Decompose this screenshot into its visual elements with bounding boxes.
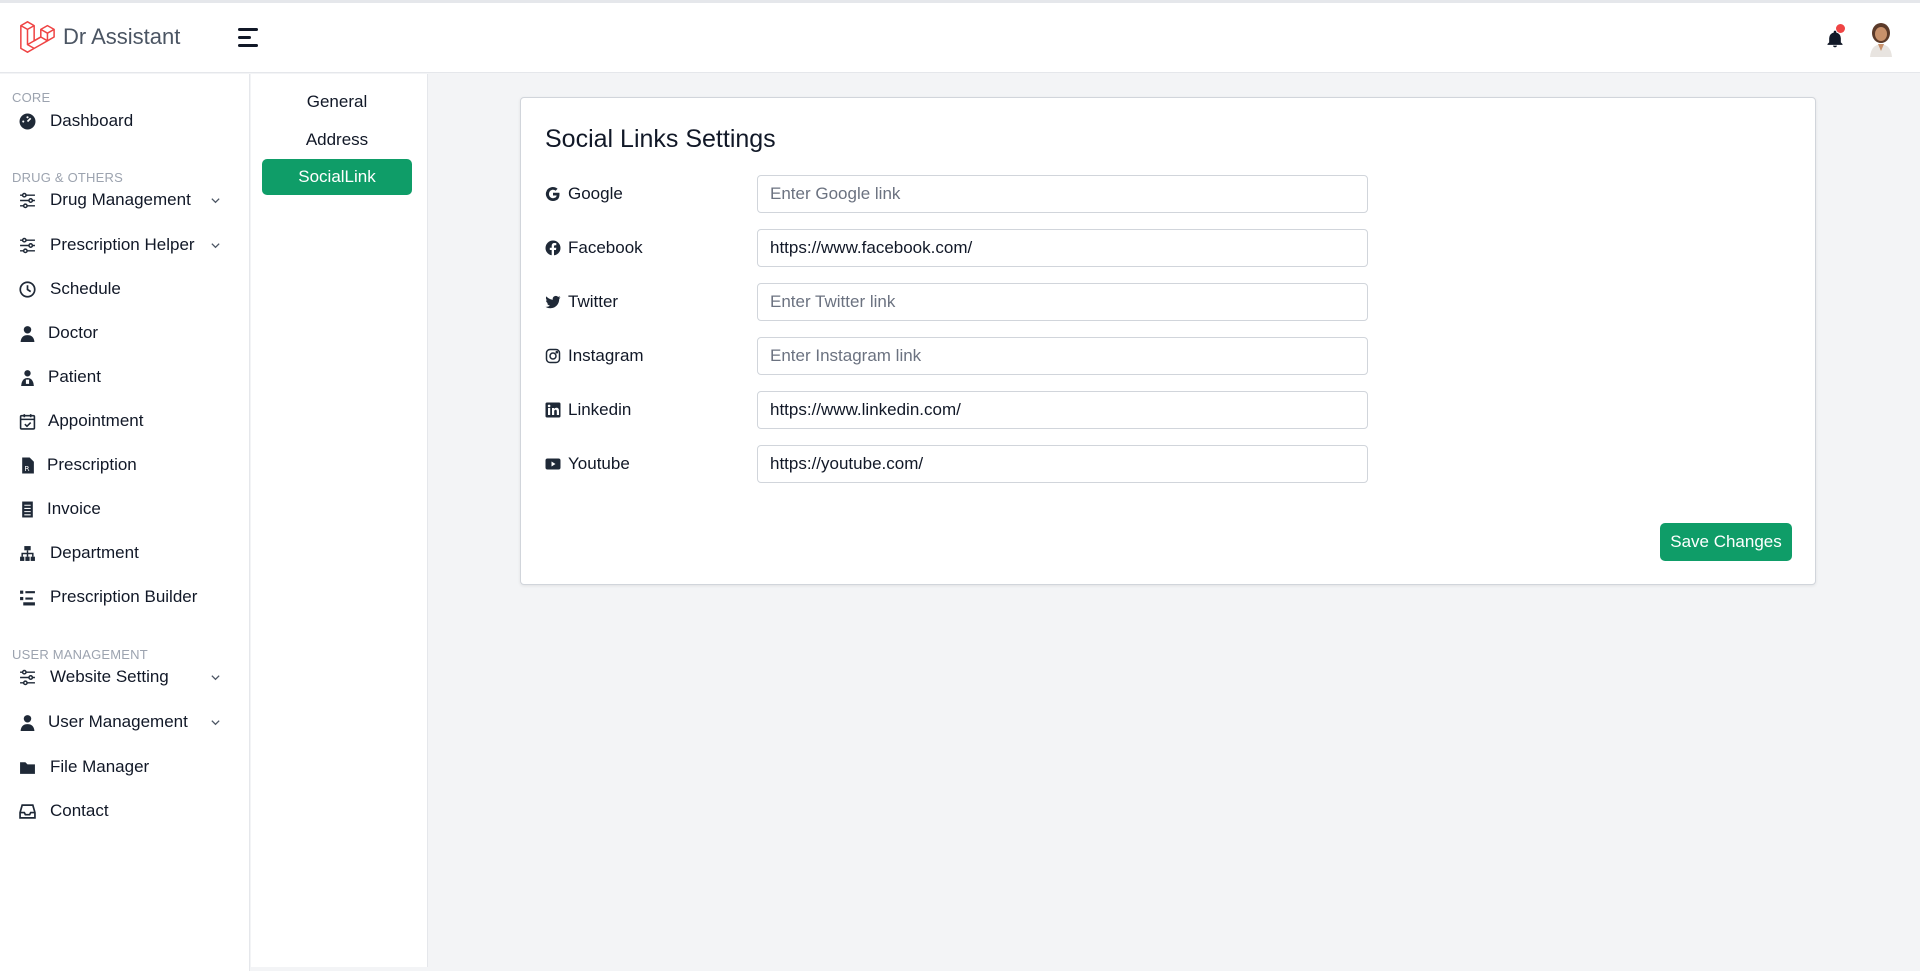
sidebar-item-prescription-builder[interactable]: Prescription Builder [18,582,233,612]
youtube-row: Youtube [545,445,1425,483]
subnav-address[interactable]: Address [262,122,412,158]
youtube-label: Youtube [545,454,630,474]
calendar-check-icon [18,412,36,430]
sidebar-item-label: Prescription Helper [50,235,195,254]
sidebar-item-label: Appointment [48,411,144,430]
twitter-row: Twitter [545,283,1425,321]
receipt-icon [18,500,36,518]
sidebar-item-file-manager[interactable]: File Manager [18,752,233,782]
linkedin-icon [545,402,561,418]
twitter-icon [545,295,561,309]
sidebar-item-label: User Management [48,712,188,731]
sidebar-item-label: Prescription Builder [50,587,198,606]
sidebar-item-label: Doctor [48,323,99,342]
google-row: Google [545,175,1425,213]
clock-icon [18,280,36,298]
sidebar-item-patient[interactable]: Patient [18,362,233,392]
doctor-icon [18,324,36,342]
chevron-down-icon [211,675,220,681]
instagram-label: Instagram [545,346,644,366]
patient-icon [18,368,36,386]
sidebar-item-label: Website Setting [50,667,169,686]
gauge-icon [18,112,36,130]
sidebar: CORE Dashboard DRUG & OTHERS Drug Manage… [0,74,250,971]
save-changes-button[interactable]: Save Changes [1660,523,1792,561]
facebook-row: Facebook [545,229,1425,267]
instagram-row: Instagram [545,337,1425,375]
page-title: Social Links Settings [545,125,776,153]
top-header: Dr Assistant [0,3,1920,73]
avatar[interactable] [1866,21,1896,57]
twitter-link-input[interactable] [757,283,1368,321]
facebook-label: Facebook [545,238,643,258]
sidebar-item-label: Dashboard [50,111,134,130]
chevron-down-icon [211,198,220,204]
notification-dot [1836,24,1845,33]
linkedin-link-input[interactable] [757,391,1368,429]
sidebar-item-prescription-helper[interactable]: Prescription Helper [18,230,233,260]
sidebar-item-dashboard[interactable]: Dashboard [18,106,233,136]
sidebar-item-label: Invoice [47,499,101,518]
social-links-card: Social Links Settings Google Facebook Tw… [520,97,1816,585]
sliders-icon [18,236,36,254]
settings-subnav: General Address SocialLink [251,74,428,967]
google-icon [545,186,560,202]
facebook-icon [545,240,561,256]
sidebar-item-department[interactable]: Department [18,538,233,568]
chevron-down-icon [211,243,220,249]
sidebar-item-user-management[interactable]: User Management [18,707,233,737]
facebook-link-input[interactable] [757,229,1368,267]
sidebar-item-label: File Manager [50,757,150,776]
sidebar-section-drug-others: DRUG & OTHERS [12,170,123,185]
sidebar-item-website-setting[interactable]: Website Setting [18,662,233,692]
sliders-icon [18,191,36,209]
sidebar-item-label: Department [50,543,139,562]
file-prescription-icon: R [18,456,36,474]
folder-icon [18,758,36,776]
chevron-down-icon [211,720,220,726]
sidebar-item-label: Drug Management [50,190,191,209]
google-link-input[interactable] [757,175,1368,213]
google-label: Google [545,184,623,204]
laravel-logo-icon [20,21,55,53]
instagram-icon [545,348,561,364]
linkedin-label: Linkedin [545,400,631,420]
sidebar-item-drug-management[interactable]: Drug Management [18,185,233,215]
twitter-label: Twitter [545,292,618,312]
brand-name: Dr Assistant [63,24,181,49]
sidebar-item-appointment[interactable]: Appointment [18,406,233,436]
sidebar-item-schedule[interactable]: Schedule [18,274,233,304]
list-builder-icon [18,588,36,606]
sidebar-item-label: Schedule [50,279,121,298]
sidebar-item-invoice[interactable]: Invoice [18,494,233,524]
subnav-sociallink[interactable]: SocialLink [262,159,412,195]
inbox-icon [18,802,36,820]
svg-text:R: R [24,463,29,472]
sidebar-item-label: Contact [50,801,109,820]
sitemap-icon [18,544,36,562]
youtube-icon [545,458,561,470]
sidebar-section-core: CORE [12,90,51,105]
menu-toggle-icon[interactable] [238,28,262,50]
youtube-link-input[interactable] [757,445,1368,483]
instagram-link-input[interactable] [757,337,1368,375]
user-icon [18,713,36,731]
subnav-general[interactable]: General [262,84,412,120]
sidebar-item-contact[interactable]: Contact [18,796,233,826]
sidebar-item-doctor[interactable]: Doctor [18,318,233,348]
sidebar-item-label: Patient [48,367,101,386]
linkedin-row: Linkedin [545,391,1425,429]
sliders-icon [18,668,36,686]
brand-logo[interactable]: Dr Assistant [18,18,180,56]
sidebar-item-label: Prescription [47,455,137,474]
sidebar-section-user-management: USER MANAGEMENT [12,647,148,662]
sidebar-item-prescription[interactable]: R Prescription [18,450,233,480]
